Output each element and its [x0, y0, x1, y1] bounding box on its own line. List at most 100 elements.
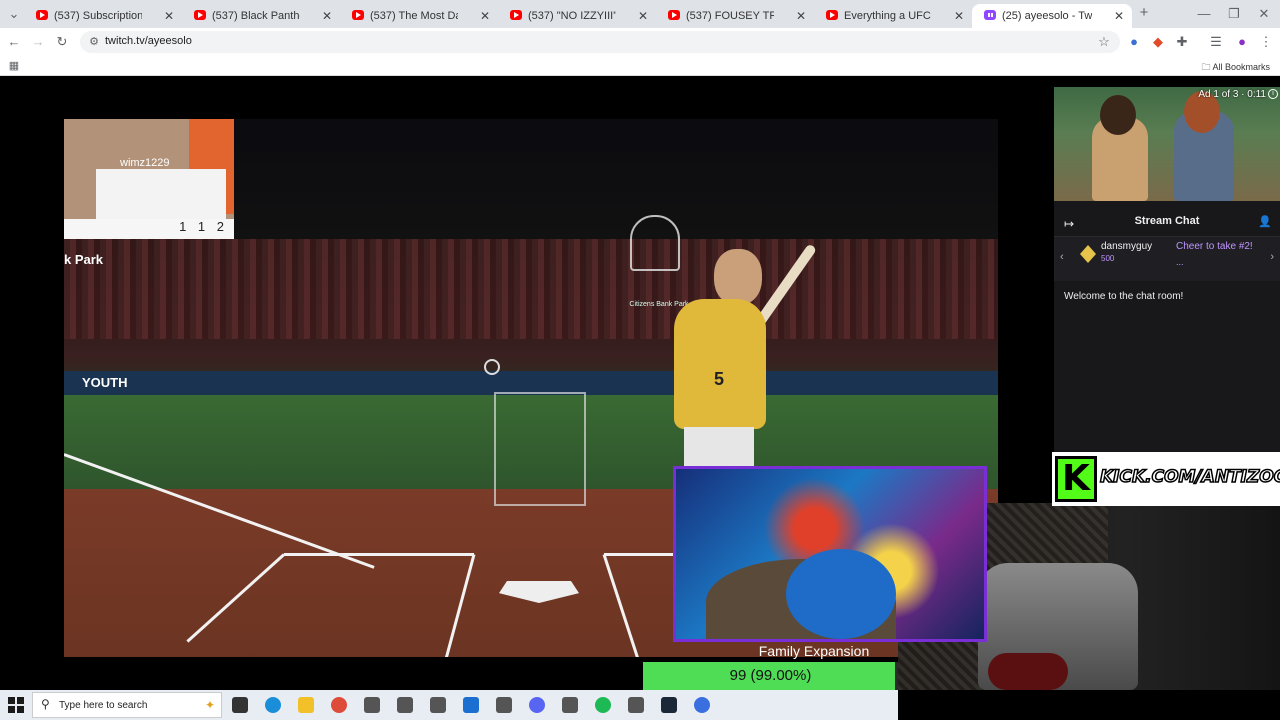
app-icon[interactable]	[364, 697, 380, 713]
pinned-cheer[interactable]: ‹ dansmyguy 500 Cheer to take #2! ... ›	[1054, 237, 1280, 281]
youtube-icon	[36, 10, 48, 20]
bookmark-star-icon[interactable]: ☆	[1096, 34, 1112, 50]
spotify-icon[interactable]	[595, 697, 611, 713]
pinned-username[interactable]: dansmyguy	[1101, 241, 1152, 252]
app-icon[interactable]	[562, 697, 578, 713]
batter-head	[714, 249, 762, 305]
ea-icon[interactable]	[694, 697, 710, 713]
tab-no-izzy[interactable]: (537) "NO IZZYIII" | ADESANYA ✕	[498, 4, 656, 28]
browser-toolbar: ← → ↻ ⚙ twitch.tv/ayeesolo ☆ ● ◆ ✚ ☰ ● ⋮	[0, 28, 1280, 56]
task-view-icon[interactable]	[232, 697, 248, 713]
reload-icon[interactable]: ↻	[54, 34, 70, 50]
all-bookmarks-label: All Bookmarks	[1212, 62, 1270, 72]
reading-list-icon[interactable]: ☰	[1208, 34, 1224, 50]
cursor-indicator	[484, 359, 500, 375]
ad-counter: Ad 1 of 3 · 0:11	[1198, 89, 1266, 100]
close-icon[interactable]: ✕	[480, 9, 490, 23]
youtube-icon	[194, 10, 206, 20]
extension-icon[interactable]: ◆	[1150, 34, 1166, 50]
file-explorer-icon[interactable]	[298, 697, 314, 713]
all-bookmarks-button[interactable]: 🗀 All Bookmarks	[1201, 60, 1270, 76]
new-tab-button[interactable]: +	[1136, 5, 1152, 21]
windows-taskbar: ⚲ Type here to search ✦	[0, 690, 898, 720]
minimize-icon[interactable]: —	[1196, 6, 1212, 22]
twitch-icon	[984, 10, 996, 20]
pinned-message[interactable]: Cheer to take #2!	[1176, 241, 1253, 252]
tab-label: (537) Black Panthers & Bigfoot	[212, 10, 300, 22]
youtube-icon	[352, 10, 364, 20]
tab-black-panthers[interactable]: (537) Black Panthers & Bigfoot ✕	[182, 4, 340, 28]
bookmarks-bar: ▦ 🗀 All Bookmarks	[0, 56, 1280, 76]
art-figure	[786, 549, 896, 639]
app-icon[interactable]	[496, 697, 512, 713]
folder-icon: 🗀	[1201, 62, 1213, 72]
player-stats-panel	[96, 169, 226, 219]
window-close-icon[interactable]: ✕	[1256, 6, 1272, 22]
tab-most-dangerous-job[interactable]: (537) The Most Dangerous Job ✕	[340, 4, 498, 28]
tab-label: Everything a UFC Fighter Does	[844, 10, 932, 22]
search-icon: ⚲	[41, 697, 50, 711]
chevron-right-icon[interactable]: ›	[1270, 251, 1274, 263]
restore-icon[interactable]: ❐	[1226, 6, 1242, 22]
extensions-puzzle-icon[interactable]: ✚	[1174, 34, 1190, 50]
pinned-more: ...	[1176, 257, 1184, 267]
info-icon[interactable]: i	[1268, 89, 1278, 99]
profile-avatar-icon[interactable]: ●	[1234, 34, 1250, 50]
tab-ufc-fighter[interactable]: Everything a UFC Fighter Does ✕	[814, 4, 972, 28]
tab-label: (537) FOUSEY TRAINS AT THE	[686, 10, 774, 22]
tab-label: (537) "NO IZZYIII" | ADESANYA	[528, 10, 616, 22]
search-placeholder: Type here to search	[59, 700, 148, 711]
menu-icon[interactable]: ⋮	[1258, 34, 1274, 50]
windows-start-icon[interactable]	[8, 697, 24, 713]
app-icon[interactable]	[430, 697, 446, 713]
forward-icon[interactable]: →	[30, 34, 46, 50]
ad-person-head	[1100, 95, 1136, 135]
youtube-icon	[510, 10, 522, 20]
extension-icon[interactable]: ●	[1126, 34, 1142, 50]
cheer-badge-icon	[1080, 245, 1096, 263]
batters-box-line	[284, 553, 474, 556]
store-icon[interactable]	[463, 697, 479, 713]
app-icon[interactable]	[397, 697, 413, 713]
search-highlight-icon: ✦	[204, 698, 215, 712]
chat-title: Stream Chat	[1134, 215, 1200, 227]
tab-youtube-subscriptions[interactable]: (537) Subscriptions - YouTube ✕	[24, 4, 182, 28]
ad-video[interactable]: Ad 1 of 3 · 0:11 i	[1054, 87, 1280, 201]
taskbar-search[interactable]: ⚲ Type here to search ✦	[32, 692, 222, 718]
tab-twitch-ayeesolo[interactable]: (25) ayeesolo - Twitch ✕	[972, 4, 1132, 28]
site-info-icon[interactable]: ⚙	[86, 34, 102, 50]
scorebug: wimz1229 1 1 2 k Park	[64, 119, 234, 267]
close-icon[interactable]: ✕	[954, 9, 964, 23]
address-bar[interactable]: ⚙ twitch.tv/ayeesolo ☆	[80, 31, 1120, 53]
park-name: k Park	[64, 252, 104, 267]
kick-url: KICK.COM/ANTIZOC	[1099, 466, 1280, 488]
tab-fousey-trains[interactable]: (537) FOUSEY TRAINS AT THE ✕	[656, 4, 814, 28]
tab-label: (537) Subscriptions - YouTube	[54, 10, 142, 22]
app-icon[interactable]	[628, 697, 644, 713]
edge-icon[interactable]	[265, 697, 281, 713]
close-icon[interactable]: ✕	[164, 9, 174, 23]
close-icon[interactable]: ✕	[638, 9, 648, 23]
close-icon[interactable]: ✕	[322, 9, 332, 23]
strike-zone	[494, 392, 586, 506]
youtube-icon	[668, 10, 680, 20]
discord-icon[interactable]	[529, 697, 545, 713]
back-icon[interactable]: ←	[6, 34, 22, 50]
score-row: 1 1 2	[64, 219, 234, 239]
tab-search-icon[interactable]: ⌄	[6, 6, 22, 22]
url-text: twitch.tv/ayeesolo	[105, 35, 192, 47]
browser-tab-strip: ⌄ (537) Subscriptions - YouTube ✕ (537) …	[0, 0, 1280, 28]
twitch-page: YOUTH Citizens Bank Park 5 wimz1229 1 1 …	[0, 77, 1280, 690]
youtube-icon	[826, 10, 838, 20]
community-icon[interactable]: 👤	[1258, 215, 1272, 228]
kick-banner: K KICK.COM/ANTIZOC	[1052, 452, 1280, 506]
apps-grid-icon[interactable]: ▦	[6, 58, 22, 74]
jersey-number: 5	[714, 369, 725, 389]
chrome-icon[interactable]	[331, 697, 347, 713]
chat-header: ↦ Stream Chat 👤	[1054, 201, 1280, 237]
steam-icon[interactable]	[661, 697, 677, 713]
close-icon[interactable]: ✕	[1114, 9, 1124, 23]
chevron-left-icon[interactable]: ‹	[1060, 251, 1064, 263]
tab-label: (537) The Most Dangerous Job	[370, 10, 458, 22]
close-icon[interactable]: ✕	[796, 9, 806, 23]
